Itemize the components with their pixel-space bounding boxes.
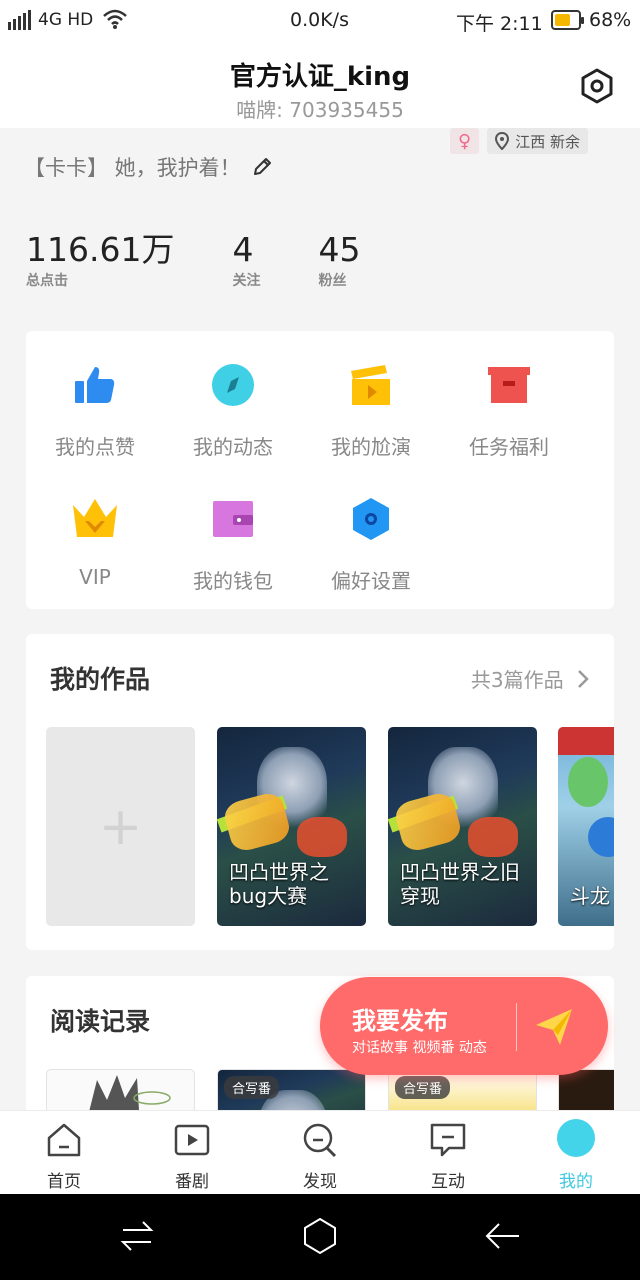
profile-info: ♀ 江西 新余 【卡卡】 她，我护着！ 116.61万 总点击 4 关注 45 … (0, 128, 640, 308)
work-title: 斗龙 (570, 884, 610, 908)
menu-my-likes[interactable]: 我的点赞 (26, 363, 164, 460)
bio-text: 【卡卡】 她，我护着！ (24, 156, 241, 180)
menu-wallet[interactable]: 我的钱包 (164, 497, 302, 594)
tab-interact[interactable]: 互动 (384, 1111, 512, 1195)
play-icon (174, 1124, 210, 1156)
bottom-tab-bar: 首页 番剧 发现 互动 我的 (0, 1110, 640, 1194)
publish-title: 我要发布 (352, 1007, 448, 1035)
compass-icon (212, 364, 254, 406)
section-title: 阅读记录 (50, 1007, 151, 1036)
menu-label: 我的点赞 (55, 435, 135, 459)
menu-label: 我的动态 (193, 435, 273, 459)
home-icon (47, 1123, 81, 1157)
clapperboard-icon (351, 365, 390, 405)
works-count-link[interactable]: 共3篇作品 (471, 664, 590, 693)
feature-menu: 我的点赞 我的动态 我的尬演 任务福利 VIP 我的钱包 偏好设置 (26, 331, 614, 609)
username: 官方认证_king (229, 62, 411, 92)
collab-badge: 合写番 (395, 1076, 451, 1099)
publish-button[interactable]: 我要发布 对话故事 视频番 动态 (320, 977, 608, 1075)
clock: 下午 2:11 (456, 13, 543, 35)
home-nav-icon[interactable] (300, 1216, 340, 1256)
tab-label: 我的 (559, 1172, 593, 1192)
menu-label: 任务福利 (469, 435, 549, 459)
battery-icon (551, 10, 584, 30)
location-pin-icon (495, 132, 510, 150)
stat-following[interactable]: 4 关注 (232, 232, 260, 290)
work-title: 凹凸世界之bug大赛 (229, 860, 329, 908)
gender-badge: ♀ (450, 128, 480, 154)
plus-icon: + (98, 797, 143, 857)
menu-label: 偏好设置 (331, 569, 411, 593)
hexagon-gear-icon[interactable] (580, 68, 614, 104)
location-text: 江西 新余 (515, 132, 580, 151)
tab-discover[interactable]: 发现 (256, 1111, 384, 1195)
tab-label: 发现 (303, 1172, 337, 1192)
thumbs-up-icon (75, 367, 115, 403)
network-speed: 0.0K/s (290, 9, 349, 31)
stat-value: 45 (318, 230, 361, 269)
work-card[interactable]: 凹凸世界之旧穿现 (388, 727, 537, 926)
stat-label: 总点击 (26, 273, 68, 289)
location-badge: 江西 新余 (487, 128, 588, 154)
crown-icon (73, 499, 117, 537)
chat-icon (430, 1123, 466, 1157)
tab-label: 番剧 (175, 1172, 209, 1192)
bio: 【卡卡】 她，我护着！ (24, 152, 273, 182)
divider (516, 1003, 517, 1051)
chevron-right-icon (578, 670, 589, 688)
paper-plane-icon (536, 1009, 572, 1045)
signal-icon (8, 10, 31, 30)
work-title: 凹凸世界之旧穿现 (400, 860, 520, 908)
user-id: 喵牌: 703935455 (236, 98, 404, 122)
menu-vip[interactable]: VIP (26, 497, 164, 589)
network-type: 4G HD (38, 10, 94, 30)
menu-my-performances[interactable]: 我的尬演 (302, 363, 440, 460)
edit-pencil-icon[interactable] (251, 156, 273, 178)
tab-label: 首页 (47, 1172, 81, 1192)
menu-tasks[interactable]: 任务福利 (440, 363, 578, 460)
menu-label: 我的钱包 (193, 569, 273, 593)
collab-badge: 合写番 (224, 1076, 280, 1099)
my-works-section: 我的作品 共3篇作品 + 凹凸世界之bug大赛 凹凸世界之旧穿现 斗龙 (26, 634, 614, 950)
add-work-button[interactable]: + (46, 727, 195, 926)
stats-row: 116.61万 总点击 4 关注 45 粉丝 (26, 232, 418, 290)
tab-label: 互动 (431, 1172, 465, 1192)
system-nav-bar (0, 1194, 640, 1280)
work-card[interactable]: 斗龙 (558, 727, 614, 926)
battery-percent: 68% (589, 9, 632, 31)
works-count: 共3篇作品 (470, 668, 564, 692)
stat-fans[interactable]: 45 粉丝 (318, 232, 360, 290)
stat-value: 116.61万 (26, 230, 175, 269)
stat-label: 粉丝 (318, 273, 347, 289)
tab-anime[interactable]: 番剧 (128, 1111, 256, 1195)
back-icon[interactable] (483, 1216, 523, 1256)
profile-dot-icon (557, 1119, 595, 1157)
section-title: 我的作品 (50, 665, 151, 694)
stat-value: 4 (232, 230, 254, 269)
search-icon (303, 1123, 337, 1158)
menu-label: VIP (79, 565, 111, 589)
gift-box-icon (488, 367, 530, 403)
profile-header: 官方认证_king 喵牌: 703935455 (0, 44, 640, 128)
tab-home[interactable]: 首页 (0, 1111, 128, 1195)
tab-mine[interactable]: 我的 (512, 1111, 640, 1195)
status-bar: 4G HD 0.0K/s 下午 2:11 68% (0, 0, 640, 44)
wifi-icon (103, 9, 127, 29)
wallet-icon (213, 501, 253, 537)
hexagon-settings-icon (353, 498, 389, 540)
switch-apps-icon[interactable] (117, 1216, 157, 1256)
menu-label: 我的尬演 (331, 435, 411, 459)
work-card[interactable]: 凹凸世界之bug大赛 (217, 727, 366, 926)
publish-subtitle: 对话故事 视频番 动态 (352, 1040, 487, 1056)
stat-clicks[interactable]: 116.61万 总点击 (26, 232, 174, 290)
menu-preferences[interactable]: 偏好设置 (302, 497, 440, 594)
menu-my-posts[interactable]: 我的动态 (164, 363, 302, 460)
stat-label: 关注 (232, 273, 261, 289)
